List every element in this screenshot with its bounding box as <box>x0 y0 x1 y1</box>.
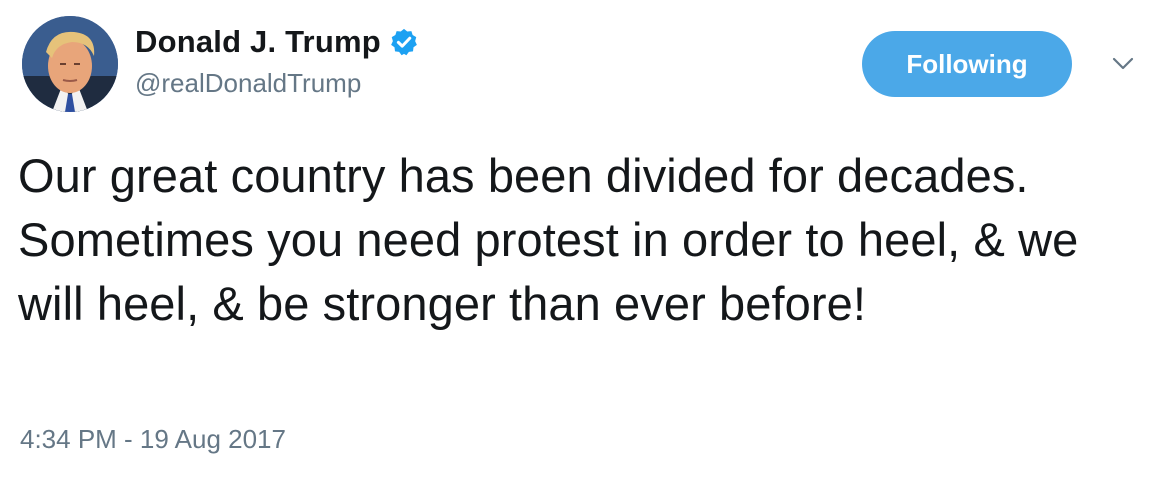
display-name[interactable]: Donald J. Trump <box>135 24 381 60</box>
avatar[interactable] <box>22 16 118 112</box>
chevron-down-icon[interactable] <box>1108 52 1138 76</box>
verified-badge-icon <box>389 27 419 57</box>
user-handle[interactable]: @realDonaldTrump <box>135 68 419 99</box>
tweet-card: Donald J. Trump @realDonaldTrump Followi… <box>0 0 1158 484</box>
avatar-photo <box>22 16 118 112</box>
user-info: Donald J. Trump @realDonaldTrump <box>135 22 419 99</box>
name-row: Donald J. Trump <box>135 22 419 62</box>
following-button[interactable]: Following <box>862 31 1072 97</box>
tweet-timestamp[interactable]: 4:34 PM - 19 Aug 2017 <box>20 424 286 455</box>
tweet-text: Our great country has been divided for d… <box>18 149 1079 330</box>
